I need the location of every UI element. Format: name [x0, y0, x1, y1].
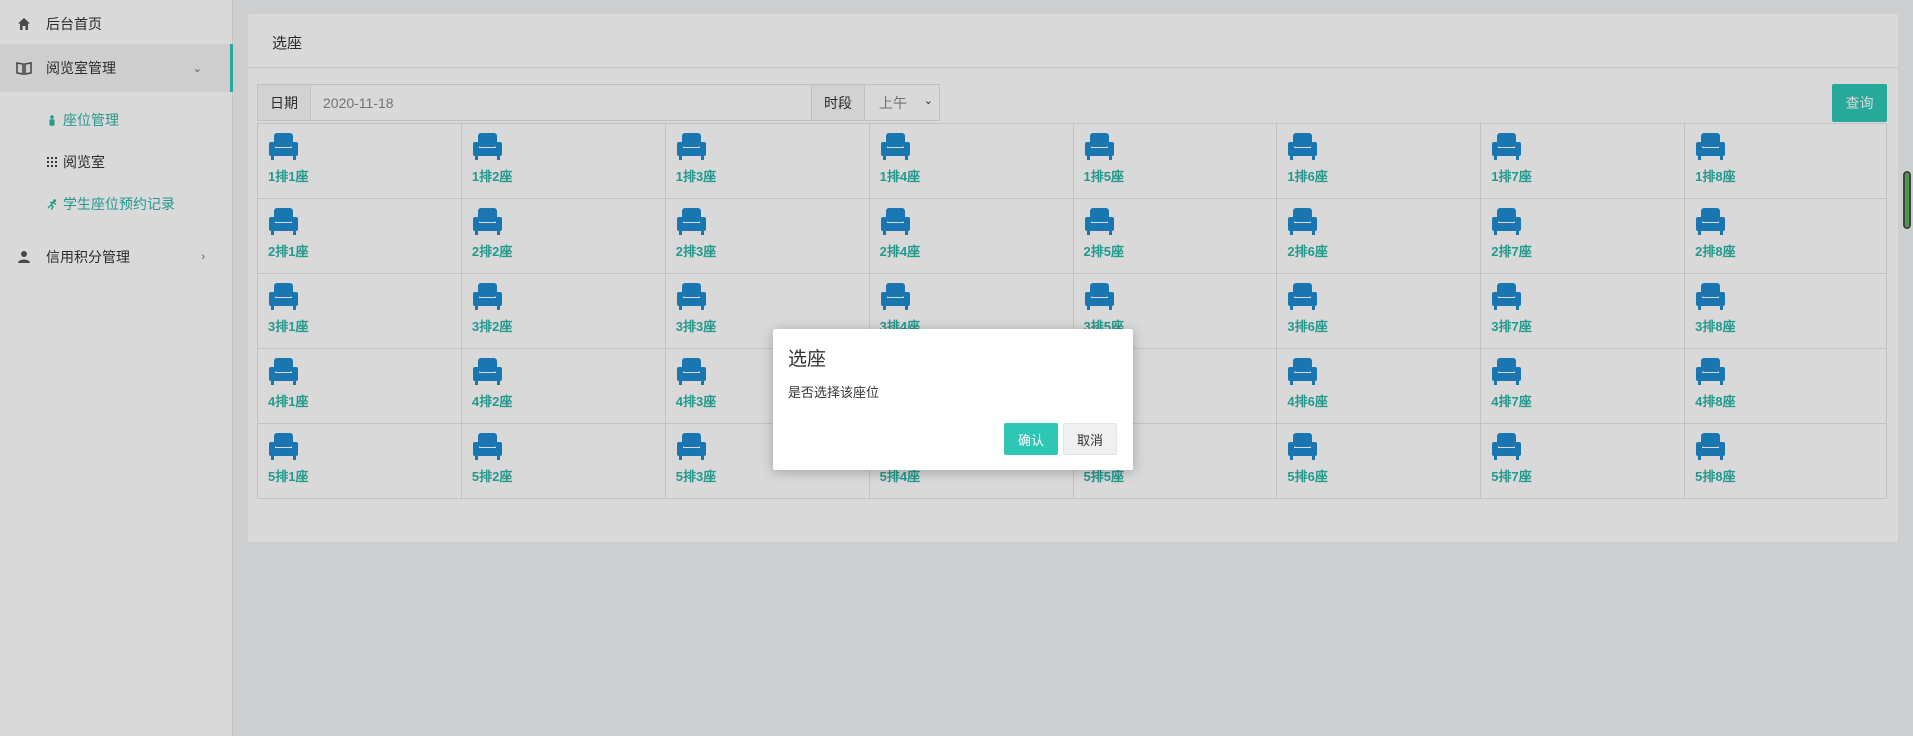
cancel-button[interactable]: 取消 — [1063, 423, 1117, 455]
confirm-button[interactable]: 确认 — [1004, 423, 1058, 455]
dialog-title: 选座 — [788, 349, 827, 370]
dialog-message: 是否选择该座位 — [788, 385, 880, 400]
confirm-dialog: 选座 是否选择该座位 确认 取消 — [773, 329, 1133, 470]
scrollbar-thumb[interactable] — [1903, 171, 1911, 229]
